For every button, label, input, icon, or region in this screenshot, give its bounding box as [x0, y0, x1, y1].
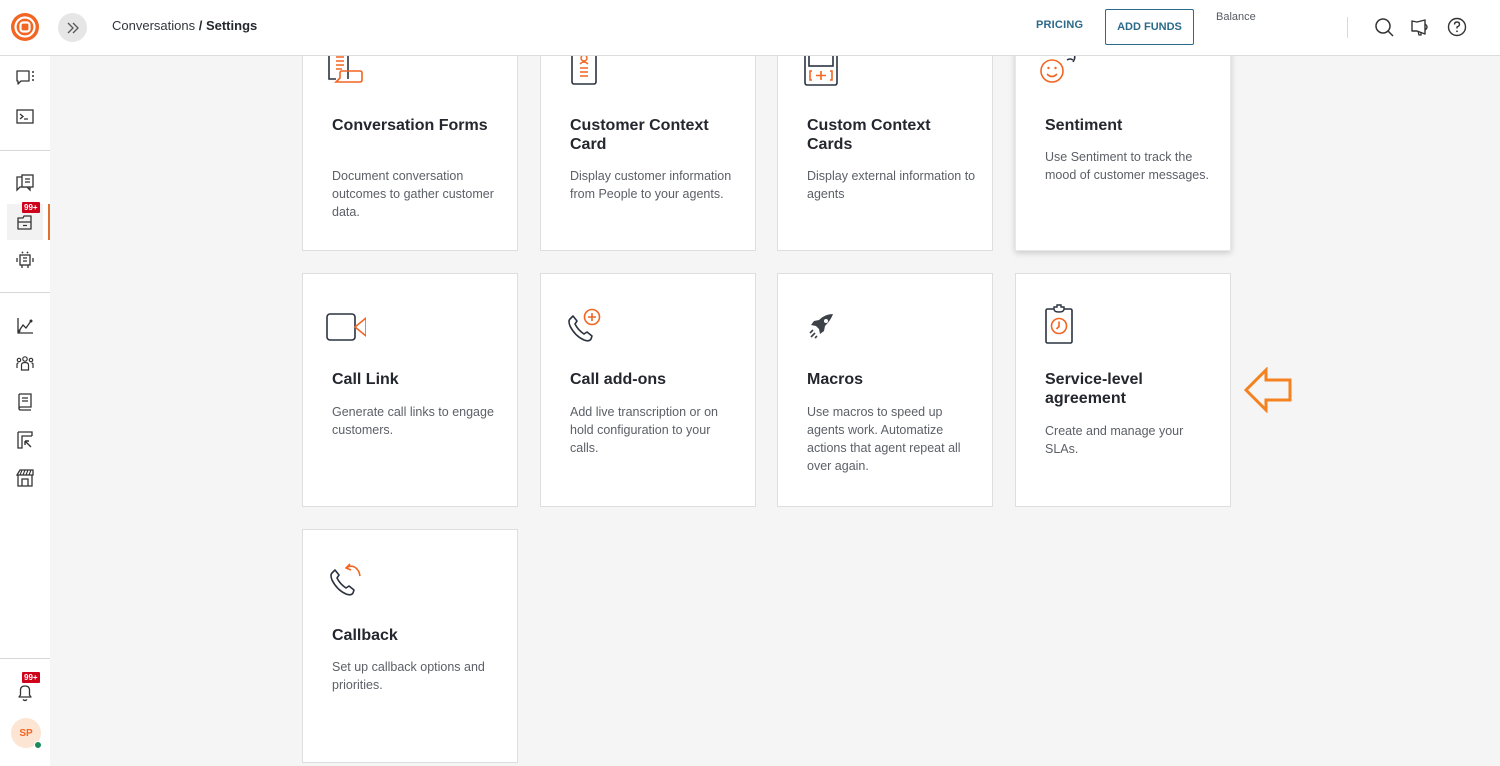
card-title: Macros — [807, 371, 864, 388]
breadcrumb-current: Settings — [205, 18, 258, 33]
card-call-link[interactable]: Call Link Generate call links to engage … — [302, 273, 518, 507]
card-title: Call Link — [332, 371, 399, 388]
sidebar-item-bots[interactable] — [7, 242, 43, 278]
card-description: Add live transcription or on hold config… — [570, 405, 718, 455]
bell-icon — [18, 685, 32, 702]
breadcrumb-separator: / — [195, 18, 206, 33]
breadcrumb: Conversations / Settings — [112, 18, 257, 33]
card-call-add-ons[interactable]: Call add-ons Add live transcription or o… — [540, 273, 756, 507]
add-funds-button[interactable]: ADD FUNDS — [1105, 9, 1194, 45]
sidebar-item-inbox[interactable]: 99+ — [7, 202, 50, 240]
card-title: Sentiment — [1045, 117, 1123, 134]
inbox-icon — [17, 215, 32, 230]
help-icon[interactable] — [1446, 16, 1468, 38]
card-title: Custom Context Cards — [807, 117, 931, 153]
chart-icon — [17, 318, 33, 334]
card-description: Use Sentiment to track the mood of custo… — [1045, 150, 1209, 182]
card-callback[interactable]: Callback Set up callback options and pri… — [302, 529, 518, 763]
card-title: Customer Context Card — [570, 117, 709, 153]
card-description: Generate call links to engage customers. — [332, 405, 494, 437]
megaphone-icon[interactable] — [1409, 16, 1431, 38]
rocket-icon — [809, 314, 833, 339]
card-title: Callback — [332, 627, 398, 644]
sidebar-item-analytics[interactable] — [7, 308, 43, 344]
balance-label: Balance — [1216, 11, 1256, 23]
book-icon — [18, 393, 32, 411]
user-avatar[interactable]: SP — [11, 718, 42, 749]
card-title: Conversation Forms — [332, 117, 488, 134]
sla-clipboard-icon — [1045, 304, 1073, 344]
avatar-initials: SP — [19, 727, 33, 739]
card-macros[interactable]: Macros Use macros to speed up agents wor… — [777, 273, 993, 507]
online-status-dot — [34, 741, 42, 749]
search-icon[interactable] — [1373, 16, 1395, 38]
robot-icon — [16, 251, 34, 268]
card-description: Document conversation outcomes to gather… — [332, 169, 494, 219]
sidebar-item-conversations[interactable] — [7, 60, 43, 96]
card-description: Display customer information from People… — [570, 169, 732, 201]
sidebar-item-console[interactable] — [7, 99, 43, 135]
sidebar-item-exports[interactable] — [7, 422, 43, 458]
notifications-badge: 99+ — [22, 672, 40, 683]
sidebar-divider — [0, 658, 50, 659]
card-title: Call add-ons — [570, 371, 667, 388]
export-icon — [17, 431, 33, 449]
people-icon — [16, 356, 34, 371]
card-title: Service-level agreement — [1045, 371, 1143, 407]
callback-icon — [330, 563, 361, 596]
sidebar-divider — [0, 150, 50, 151]
sidebar: 99+ 99+ SP — [0, 56, 50, 766]
chevron-double-right-icon — [67, 22, 79, 33]
top-bar: Conversations / Settings PRICING ADD FUN… — [0, 0, 1500, 56]
sidebar-item-docs[interactable] — [7, 384, 43, 420]
store-icon — [15, 469, 34, 487]
messages-icon — [16, 174, 34, 192]
card-description: Create and manage your SLAs. — [1045, 424, 1184, 456]
video-icon — [326, 313, 366, 341]
notifications-button[interactable]: 99+ — [7, 672, 43, 710]
phone-plus-icon — [568, 308, 601, 342]
left-arrow-icon — [1243, 367, 1292, 413]
logo-icon[interactable] — [10, 12, 40, 42]
sidebar-item-marketplace[interactable] — [7, 460, 43, 496]
expand-sidebar-button[interactable] — [58, 13, 87, 42]
terminal-icon — [16, 109, 34, 124]
sidebar-divider — [0, 292, 50, 293]
card-service-level-agreement[interactable]: Service-level agreement Create and manag… — [1015, 273, 1231, 507]
pricing-link[interactable]: PRICING — [1036, 19, 1083, 31]
chat-menu-icon — [16, 70, 34, 85]
header-divider — [1347, 17, 1348, 38]
sidebar-item-messages[interactable] — [7, 165, 43, 201]
card-description: Display external information to agents — [807, 169, 976, 201]
card-description: Set up callback options and priorities. — [332, 660, 485, 692]
sidebar-item-people[interactable] — [7, 346, 43, 382]
breadcrumb-parent[interactable]: Conversations — [112, 18, 195, 33]
inbox-badge: 99+ — [22, 202, 40, 213]
card-description: Use macros to speed up agents work. Auto… — [807, 405, 961, 473]
